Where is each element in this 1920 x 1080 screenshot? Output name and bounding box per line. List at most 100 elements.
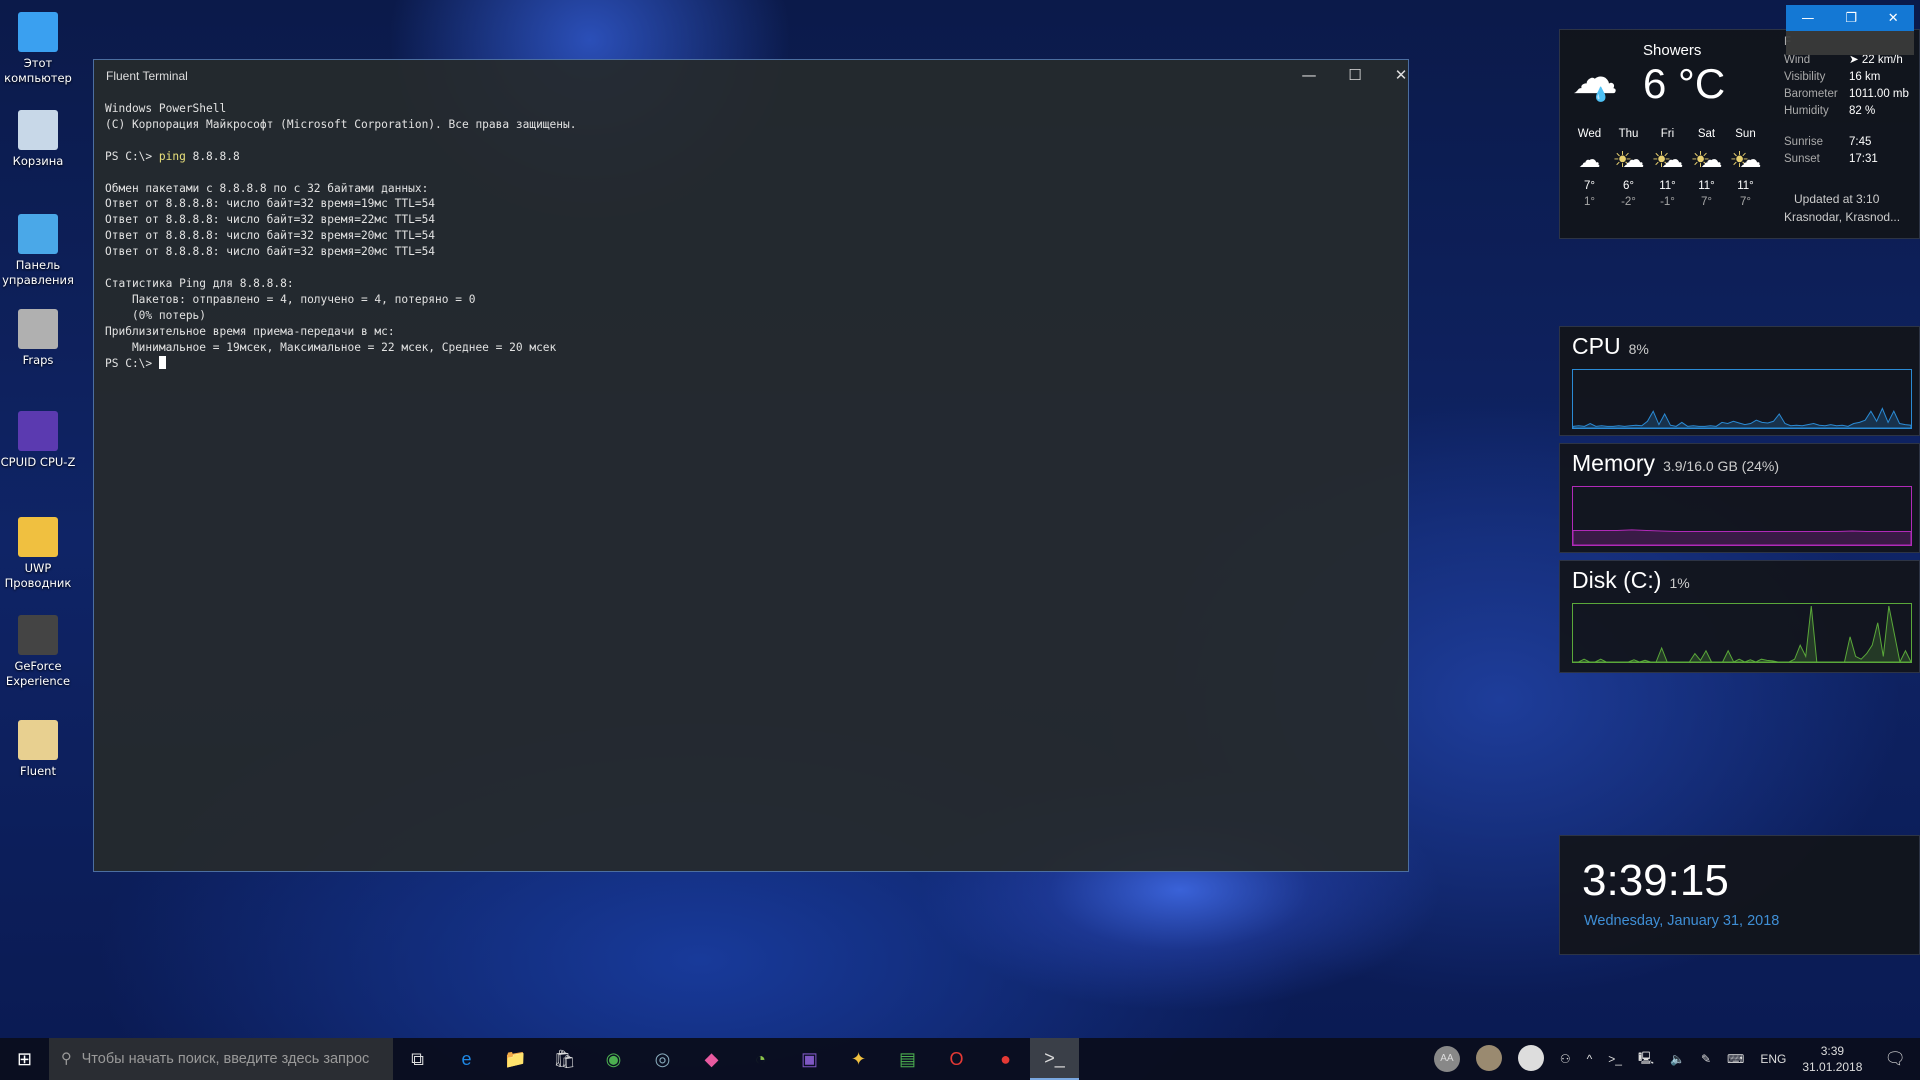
keyboard-icon[interactable]: ⌨ bbox=[1719, 1052, 1752, 1066]
tray-clock[interactable]: 3:39 31.01.2018 bbox=[1794, 1043, 1870, 1075]
memory-value: 3.9/16.0 GB (24%) bbox=[1663, 458, 1780, 474]
recorder-icon[interactable]: ● bbox=[981, 1038, 1030, 1080]
partly-cloudy-icon: ☀☁ bbox=[1729, 147, 1762, 172]
weather-widget[interactable]: ☁ 💧 Showers 6 °C Wed ☁ 7° 1° Thu ☀☁ 6° -2° Fri ☀☁ 1… bbox=[1559, 29, 1920, 239]
partly-cloudy-icon: ☀☁ bbox=[1690, 147, 1723, 172]
desktop-icon[interactable]: Корзина bbox=[0, 110, 76, 169]
disk-usage-line bbox=[1573, 605, 1912, 663]
avatar[interactable]: AA bbox=[1426, 1046, 1468, 1072]
clock-time: 3:39:15 bbox=[1582, 856, 1729, 905]
command-line: PS C:\> ping 8.8.8.8 bbox=[105, 149, 576, 165]
minimize-button[interactable]: — bbox=[1801, 11, 1814, 26]
edge-icon[interactable]: e bbox=[442, 1038, 491, 1080]
low-temp: -1° bbox=[1660, 196, 1675, 208]
output-line: Ответ от 8.8.8.8: число байт=32 время=20… bbox=[105, 245, 436, 259]
desktop-icon-label: Корзина bbox=[12, 154, 64, 168]
start-button[interactable]: ⊞ bbox=[0, 1038, 49, 1080]
minimize-button[interactable]: — bbox=[1286, 60, 1332, 90]
command-args: 8.8.8.8 bbox=[185, 149, 240, 163]
opera-icon[interactable]: O bbox=[932, 1038, 981, 1080]
terminal-output[interactable]: Windows PowerShell (C) Корпорация Майкрос… bbox=[105, 101, 576, 371]
disk-label: Disk (C:) bbox=[1572, 567, 1662, 593]
desktop-icon[interactable]: Панель управления bbox=[0, 214, 76, 288]
cursor bbox=[158, 355, 166, 369]
people-icon[interactable]: ⚇ bbox=[1552, 1052, 1579, 1066]
store-icon[interactable]: 🛍 bbox=[540, 1038, 589, 1080]
restore-button[interactable]: ❐ bbox=[1845, 11, 1857, 26]
cpu-monitor[interactable]: CPU 8% bbox=[1559, 326, 1920, 436]
output-line: Приблизительное время приема-передачи в … bbox=[105, 324, 395, 338]
search-box[interactable]: ⚲ Чтобы начать поиск, введите здесь запро… bbox=[49, 1038, 393, 1080]
desktop-icon[interactable]: CPUID CPU-Z bbox=[0, 411, 76, 470]
clock-widget[interactable]: 3:39:15 Wednesday, January 31, 2018 bbox=[1559, 835, 1920, 955]
file-explorer-icon[interactable]: 📁 bbox=[491, 1038, 540, 1080]
contact-photo[interactable] bbox=[1468, 1044, 1510, 1074]
high-temp: 11° bbox=[1659, 180, 1676, 192]
gpu-icon[interactable]: ▤ bbox=[883, 1038, 932, 1080]
speedometer-icon[interactable]: ◔ bbox=[736, 1038, 785, 1080]
output-line: Ответ от 8.8.8.8: число байт=32 время=22… bbox=[105, 213, 436, 227]
graph-frame bbox=[1572, 369, 1912, 429]
prompt: PS C:\> bbox=[105, 149, 159, 163]
close-button[interactable]: ✕ bbox=[1378, 60, 1424, 90]
app-icon bbox=[18, 214, 58, 254]
close-button[interactable]: ✕ bbox=[1888, 11, 1899, 26]
partly-cloudy-icon: ☀☁ bbox=[1612, 147, 1645, 172]
cpu-label: CPU bbox=[1572, 333, 1621, 359]
memory-monitor[interactable]: Memory 3.9/16.0 GB (24%) bbox=[1559, 443, 1920, 553]
forecast-day: Fri ☀☁ 11° -1° bbox=[1648, 126, 1687, 210]
desktop-icon[interactable]: GeForce Experience bbox=[0, 615, 76, 689]
low-temp: 7° bbox=[1740, 196, 1751, 208]
terminal-window[interactable]: Fluent Terminal — ☐ ✕ Windows PowerShell… bbox=[93, 59, 1409, 872]
low-temp: 7° bbox=[1701, 196, 1712, 208]
fluent-terminal-icon[interactable]: >_ bbox=[1030, 1038, 1079, 1080]
desktop-icon[interactable]: Fraps bbox=[0, 309, 76, 368]
low-temp: -2° bbox=[1621, 196, 1636, 208]
desktop-icon[interactable]: Fluent bbox=[0, 720, 76, 779]
command: ping bbox=[158, 149, 186, 163]
high-temp: 6° bbox=[1623, 180, 1634, 192]
paint3d-icon[interactable]: ◆ bbox=[687, 1038, 736, 1080]
graph-frame bbox=[1572, 603, 1912, 663]
desktop-icon[interactable]: Этот компьютер bbox=[0, 12, 76, 86]
app-icon bbox=[18, 12, 58, 52]
search-placeholder: Чтобы начать поиск, введите здесь запрос bbox=[81, 1051, 370, 1067]
app-icon bbox=[18, 411, 58, 451]
volume-icon[interactable]: 🔈 bbox=[1662, 1052, 1693, 1066]
current-prompt[interactable]: PS C:\> bbox=[105, 355, 576, 372]
detail-value: 82 % bbox=[1849, 105, 1876, 117]
cpuz-icon[interactable]: ▣ bbox=[785, 1038, 834, 1080]
widget-window-controls: — ❐ ✕ bbox=[1786, 5, 1914, 31]
widget-window-body bbox=[1786, 31, 1914, 55]
disk-graph bbox=[1572, 603, 1912, 663]
steam-icon[interactable]: ◎ bbox=[638, 1038, 687, 1080]
chrome-icon[interactable]: ◉ bbox=[589, 1038, 638, 1080]
desktop-icon[interactable]: UWP Проводник bbox=[0, 517, 76, 591]
detail-label: Humidity bbox=[1784, 105, 1829, 117]
rain-cloud-icon: ☁ bbox=[1578, 147, 1601, 172]
output-line: Пакетов: отправлено = 4, получено = 4, п… bbox=[105, 292, 476, 306]
disk-monitor[interactable]: Disk (C:) 1% bbox=[1559, 560, 1920, 673]
cpu-value: 8% bbox=[1628, 341, 1649, 357]
forecast-day: Thu ☀☁ 6° -2° bbox=[1609, 126, 1648, 210]
network-icon[interactable]: 🖳 bbox=[1630, 1049, 1662, 1070]
temperature: 6 °C bbox=[1643, 60, 1726, 107]
terminal-tray-icon[interactable]: >_ bbox=[1600, 1052, 1630, 1066]
taskbar: ⊞ ⚲ Чтобы начать поиск, введите здесь зап… bbox=[0, 1038, 1920, 1080]
detail-value: 7:45 bbox=[1849, 136, 1872, 148]
weather-details: Wind ➤ 22 km/h Visibility 16 km Barometer 101… bbox=[1784, 52, 1909, 168]
language-indicator[interactable]: ENG bbox=[1752, 1052, 1794, 1066]
weather-condition: Showers bbox=[1643, 42, 1702, 59]
pen-icon[interactable]: ✎ bbox=[1693, 1052, 1719, 1066]
forecast-day: Sat ☀☁ 11° 7° bbox=[1687, 126, 1726, 210]
maximize-button[interactable]: ☐ bbox=[1332, 60, 1378, 90]
fraps-icon[interactable]: ✦ bbox=[834, 1038, 883, 1080]
chevron-up-icon[interactable]: ^ bbox=[1579, 1052, 1601, 1066]
contact-photo[interactable] bbox=[1510, 1044, 1552, 1074]
app-icon bbox=[18, 720, 58, 760]
action-center-icon[interactable]: 🗨 bbox=[1870, 1049, 1920, 1069]
day-label: Fri bbox=[1660, 128, 1675, 140]
low-temp: 1° bbox=[1584, 196, 1595, 208]
task-view-icon[interactable]: ⧉ bbox=[393, 1038, 442, 1080]
